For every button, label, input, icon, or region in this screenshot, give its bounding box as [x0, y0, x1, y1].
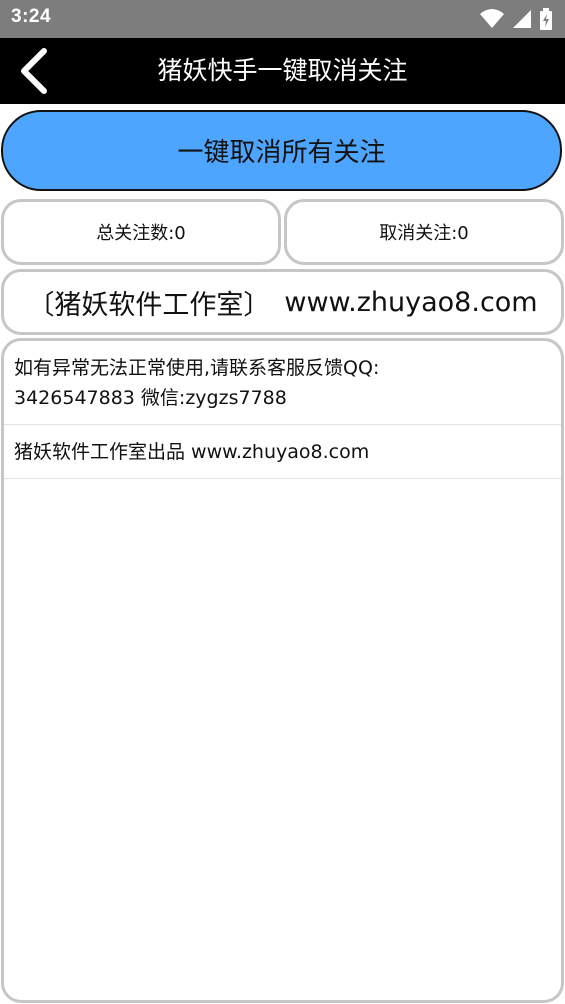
- signal-icon: [511, 8, 533, 30]
- back-button[interactable]: [10, 46, 60, 96]
- battery-icon: [539, 8, 553, 30]
- wifi-icon: [479, 8, 505, 30]
- status-icons: [479, 8, 553, 30]
- support-line-2: 3426547883 微信:zygzs7788: [14, 387, 287, 409]
- support-line-1: 如有异常无法正常使用,请联系客服反馈QQ:: [14, 357, 380, 379]
- app-title: 猪妖快手一键取消关注: [157, 56, 408, 85]
- app-bar: 猪妖快手一键取消关注: [0, 38, 565, 104]
- chevron-left-icon: [21, 48, 47, 94]
- total-follows-count: 总关注数:0: [1, 199, 281, 265]
- status-bar: 3:24: [0, 0, 565, 38]
- website-link: www.zhuyao8.com: [284, 286, 538, 318]
- brand-banner: 〔猪妖软件工作室〕 www.zhuyao8.com: [1, 269, 564, 335]
- studio-name: 〔猪妖软件工作室〕: [27, 289, 271, 321]
- status-time: 3:24: [11, 6, 52, 27]
- list-item-credits[interactable]: 猪妖软件工作室出品 www.zhuyao8.com: [4, 425, 561, 479]
- info-list: 如有异常无法正常使用,请联系客服反馈QQ: 3426547883 微信:zygz…: [1, 338, 564, 1003]
- cancel-all-follows-button[interactable]: 一键取消所有关注: [1, 110, 562, 191]
- list-item-support-contact[interactable]: 如有异常无法正常使用,请联系客服反馈QQ: 3426547883 微信:zygz…: [4, 341, 561, 425]
- cancelled-follows-count: 取消关注:0: [284, 199, 564, 265]
